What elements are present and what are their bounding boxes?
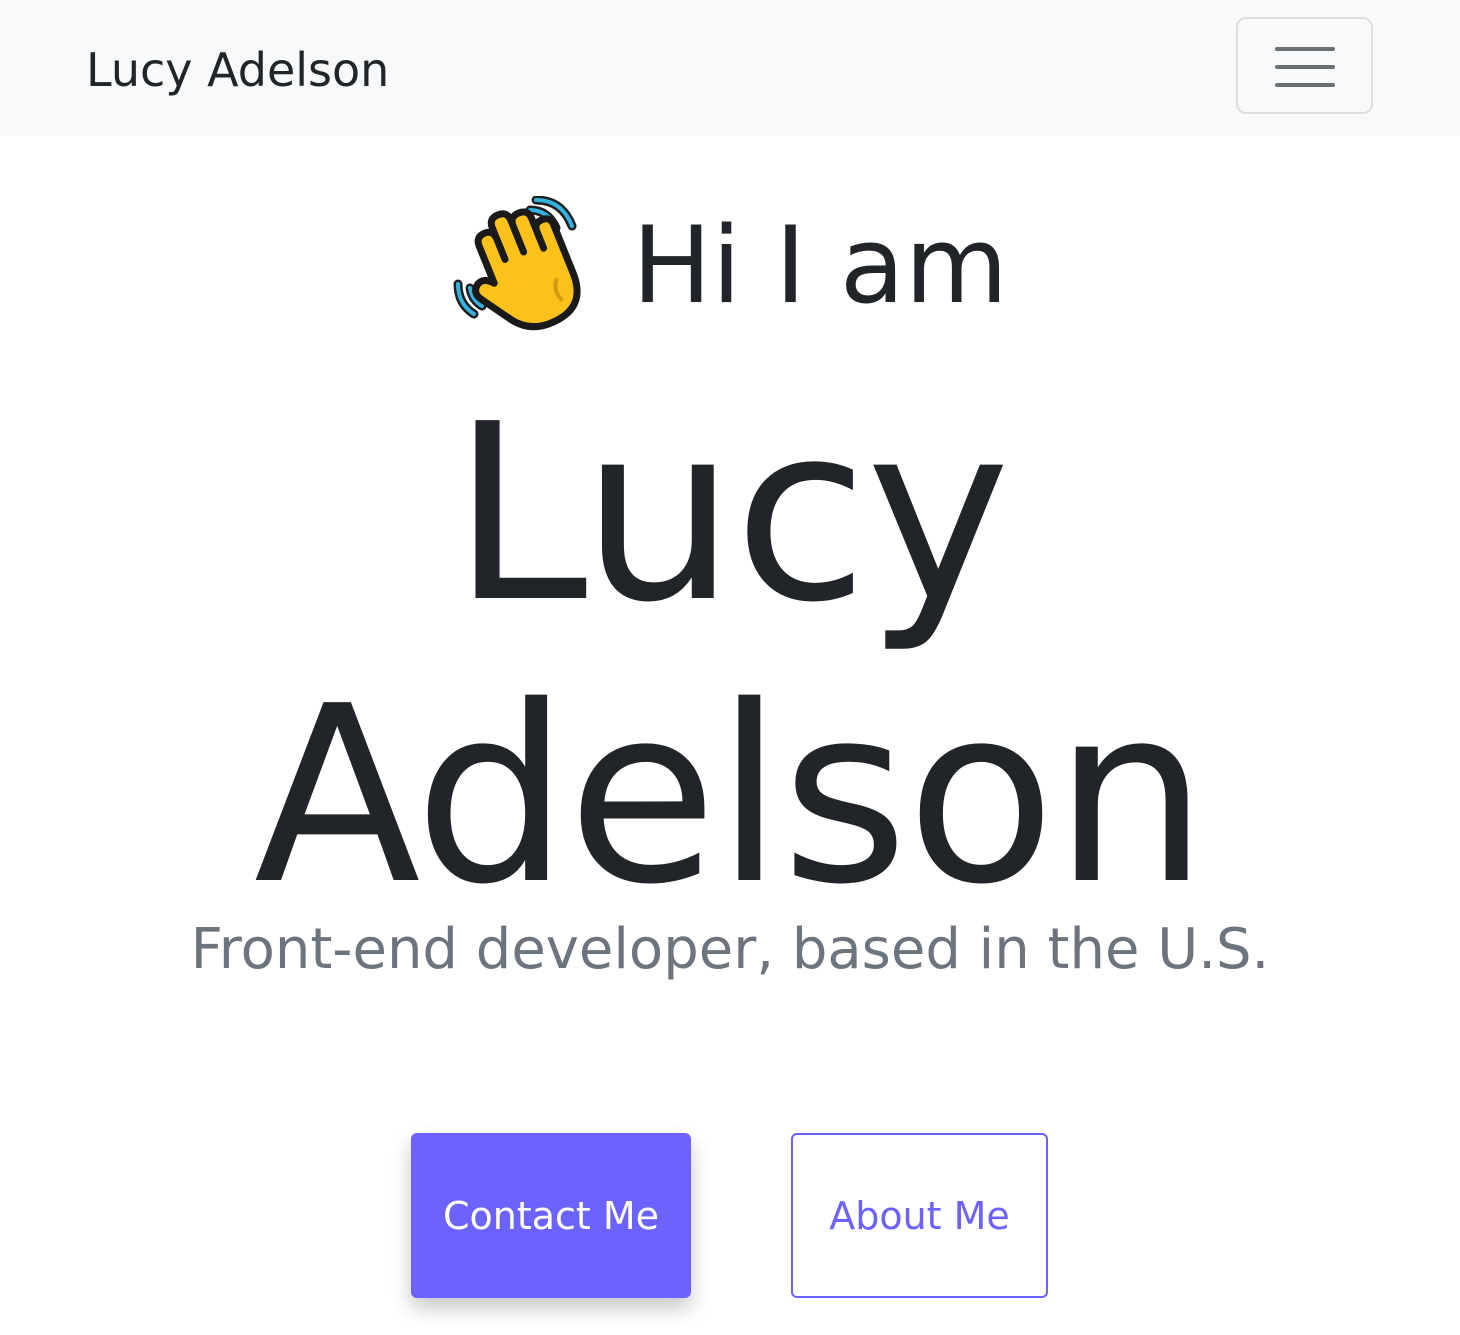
navbar: Lucy Adelson xyxy=(0,0,1460,136)
navbar-brand[interactable]: Lucy Adelson xyxy=(86,40,389,100)
hero-section: Hi I am Lucy Adelson Front-end developer… xyxy=(0,136,1460,1335)
about-me-button[interactable]: About Me xyxy=(791,1133,1048,1298)
hero-name-first: Lucy xyxy=(451,372,1011,656)
greeting-text: Hi I am xyxy=(631,204,1009,327)
hero-name-last: Adelson xyxy=(253,654,1208,938)
greeting: Hi I am xyxy=(0,196,1460,336)
contact-me-button[interactable]: Contact Me xyxy=(411,1133,691,1298)
hero-subtitle: Front-end developer, based in the U.S. xyxy=(190,917,1270,982)
navbar-toggler-button[interactable] xyxy=(1236,17,1373,114)
waving-hand-icon xyxy=(453,196,581,331)
hamburger-menu-icon xyxy=(1275,45,1335,89)
